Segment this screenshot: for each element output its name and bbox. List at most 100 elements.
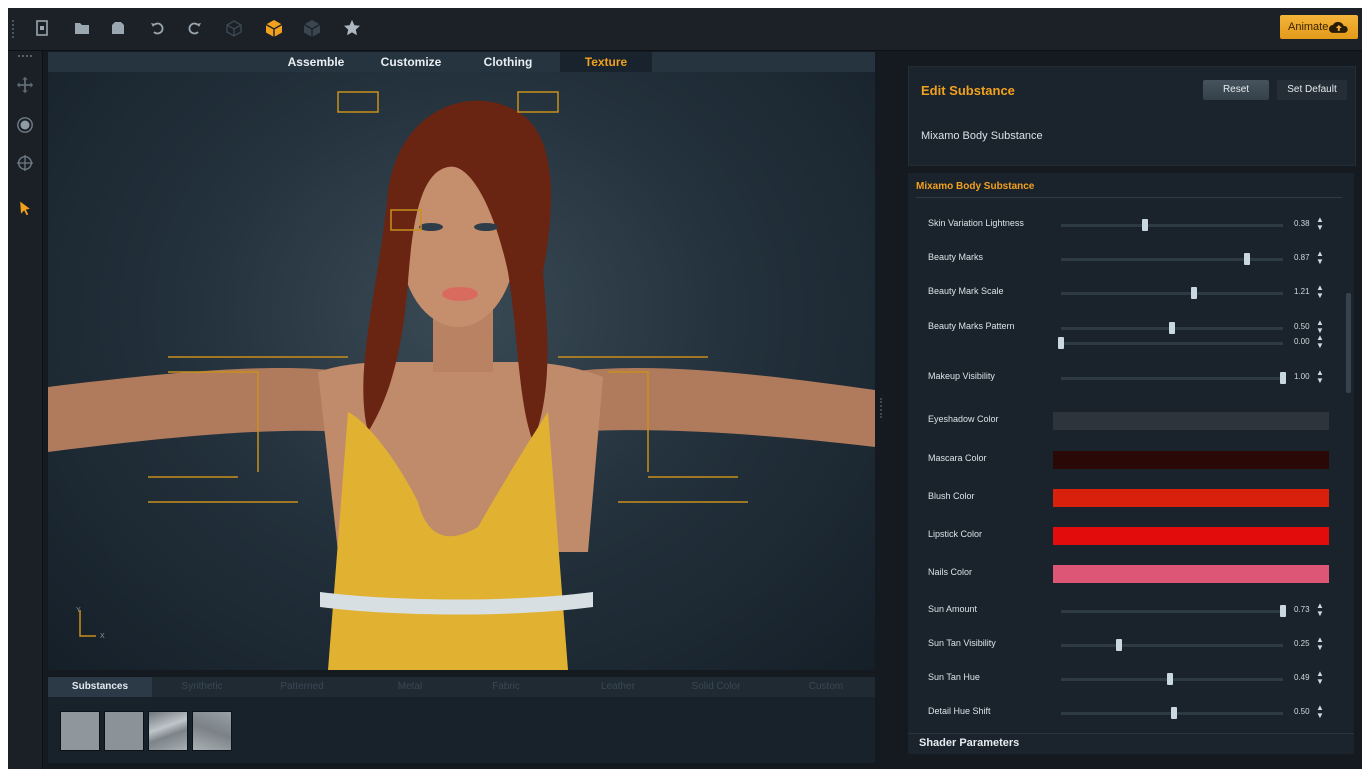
spinner-icon[interactable]: ▲ ▼ <box>1316 704 1324 720</box>
substance-swatch[interactable] <box>148 711 188 751</box>
param-slider[interactable] <box>1061 707 1283 719</box>
spinner-icon[interactable]: ▲ ▼ <box>1316 250 1324 266</box>
spinner-icon[interactable]: ▲ ▼ <box>1316 216 1324 232</box>
3d-viewport[interactable]: Y X <box>48 72 875 670</box>
slider-handle[interactable] <box>1171 707 1178 719</box>
scrollbar-thumb[interactable] <box>1346 293 1351 393</box>
slider-handle[interactable] <box>1058 337 1064 349</box>
param-row: Lipstick Color <box>928 526 1338 546</box>
param-slider[interactable] <box>1061 372 1286 384</box>
param-value[interactable]: 0.00 <box>1294 337 1310 346</box>
slider-handle[interactable] <box>1244 253 1251 265</box>
substance-swatch[interactable] <box>104 711 144 751</box>
tab-synthetic[interactable]: Synthetic <box>158 677 246 697</box>
param-value[interactable]: 1.21 <box>1294 287 1310 296</box>
slider-handle[interactable] <box>1191 287 1198 299</box>
param-row: Beauty Marks 0.87 ▲ ▼ <box>928 249 1338 269</box>
param-value[interactable]: 0.87 <box>1294 253 1310 262</box>
tab-leather[interactable]: Leather <box>574 677 662 697</box>
param-label: Nails Color <box>928 567 973 577</box>
color-swatch[interactable] <box>1053 489 1329 507</box>
section-header[interactable]: Mixamo Body Substance <box>916 179 1342 198</box>
spinner-icon[interactable]: ▲ ▼ <box>1316 636 1324 652</box>
param-label: Sun Amount <box>928 604 978 614</box>
tab-clothing[interactable]: Clothing <box>466 52 550 72</box>
tab-patterned[interactable]: Patterned <box>258 677 346 697</box>
open-folder-icon[interactable] <box>68 14 96 42</box>
color-swatch[interactable] <box>1053 451 1329 469</box>
scrollbar[interactable] <box>1346 203 1351 723</box>
save-icon[interactable] <box>104 14 132 42</box>
axis-y-label: Y <box>76 607 81 614</box>
slider-handle[interactable] <box>1280 605 1286 617</box>
param-row: Sun Tan Hue 0.49 ▲ ▼ <box>928 669 1338 689</box>
param-value[interactable]: 0.25 <box>1294 639 1310 648</box>
animate-button[interactable]: Animate <box>1280 15 1358 39</box>
materials-panel: Substances Synthetic Patterned Metal Fab… <box>48 677 875 763</box>
animate-button-label: Animate <box>1288 21 1329 33</box>
param-value[interactable]: 0.50 <box>1294 322 1310 331</box>
slider-handle[interactable] <box>1166 673 1173 685</box>
slider-handle[interactable] <box>1115 639 1122 651</box>
color-swatch[interactable] <box>1053 527 1329 545</box>
substance-swatch[interactable] <box>192 711 232 751</box>
wireframe-cube-icon[interactable] <box>220 14 248 42</box>
slider-handle[interactable] <box>1280 372 1286 384</box>
param-slider[interactable] <box>1061 253 1283 265</box>
shader-parameters-section[interactable]: Shader Parameters <box>908 733 1354 754</box>
move-icon[interactable] <box>13 73 37 97</box>
param-row: Eyeshadow Color <box>928 411 1338 431</box>
solid-cube-icon[interactable] <box>260 14 288 42</box>
param-value[interactable]: 1.00 <box>1294 372 1310 381</box>
param-slider[interactable] <box>1061 219 1283 231</box>
param-value[interactable]: 0.38 <box>1294 219 1310 228</box>
rotate-icon[interactable] <box>13 113 37 137</box>
cursor-icon[interactable] <box>13 196 37 220</box>
color-swatch[interactable] <box>1053 412 1329 430</box>
viewport-panel: Assemble Customize Clothing Texture Y X <box>48 52 875 670</box>
param-slider[interactable] <box>1061 322 1283 334</box>
textured-cube-icon[interactable] <box>298 14 326 42</box>
star-icon[interactable] <box>338 14 366 42</box>
set-default-button[interactable]: Set Default <box>1277 80 1347 100</box>
tab-assemble[interactable]: Assemble <box>278 52 354 72</box>
tab-solid-color[interactable]: Solid Color <box>672 677 760 697</box>
param-slider[interactable] <box>1061 605 1286 617</box>
tab-customize[interactable]: Customize <box>366 52 456 72</box>
undo-icon[interactable] <box>144 14 172 42</box>
param-slider[interactable] <box>1058 337 1283 349</box>
tab-texture[interactable]: Texture <box>560 52 652 72</box>
target-icon[interactable] <box>13 151 37 175</box>
param-slider[interactable] <box>1061 287 1283 299</box>
spinner-icon[interactable]: ▲ ▼ <box>1316 602 1324 618</box>
edit-substance-panel: Edit Substance Reset Set Default Mixamo … <box>908 66 1356 166</box>
param-slider[interactable] <box>1061 673 1283 685</box>
spinner-icon[interactable]: ▲ ▼ <box>1316 284 1324 300</box>
reset-button[interactable]: Reset <box>1203 80 1269 100</box>
param-slider[interactable] <box>1061 639 1283 651</box>
param-row: Skin Variation Lightness 0.38 ▲ ▼ <box>928 215 1338 235</box>
axis-gizmo: Y X <box>76 607 105 640</box>
redo-icon[interactable] <box>180 14 208 42</box>
toolbar-grip[interactable] <box>12 20 16 38</box>
param-value[interactable]: 0.73 <box>1294 605 1310 614</box>
left-toolbar <box>8 51 43 769</box>
mode-tabs: Assemble Customize Clothing Texture <box>48 52 875 72</box>
panel-splitter[interactable] <box>880 398 886 418</box>
spinner-icon[interactable]: ▲ ▼ <box>1316 334 1324 350</box>
tab-metal[interactable]: Metal <box>366 677 454 697</box>
spinner-icon[interactable]: ▲ ▼ <box>1316 670 1324 686</box>
tab-substances[interactable]: Substances <box>48 677 152 697</box>
param-label: Skin Variation Lightness <box>928 218 1024 228</box>
tab-fabric[interactable]: Fabric <box>462 677 550 697</box>
color-swatch[interactable] <box>1053 565 1329 583</box>
param-value[interactable]: 0.50 <box>1294 707 1310 716</box>
new-file-icon[interactable] <box>28 14 56 42</box>
spinner-icon[interactable]: ▲ ▼ <box>1316 369 1324 385</box>
tab-custom[interactable]: Custom <box>782 677 870 697</box>
left-toolbar-grip[interactable] <box>18 55 32 59</box>
param-value[interactable]: 0.49 <box>1294 673 1310 682</box>
slider-handle[interactable] <box>1142 219 1149 231</box>
substance-swatch[interactable] <box>60 711 100 751</box>
materials-tabs: Substances Synthetic Patterned Metal Fab… <box>48 677 875 697</box>
